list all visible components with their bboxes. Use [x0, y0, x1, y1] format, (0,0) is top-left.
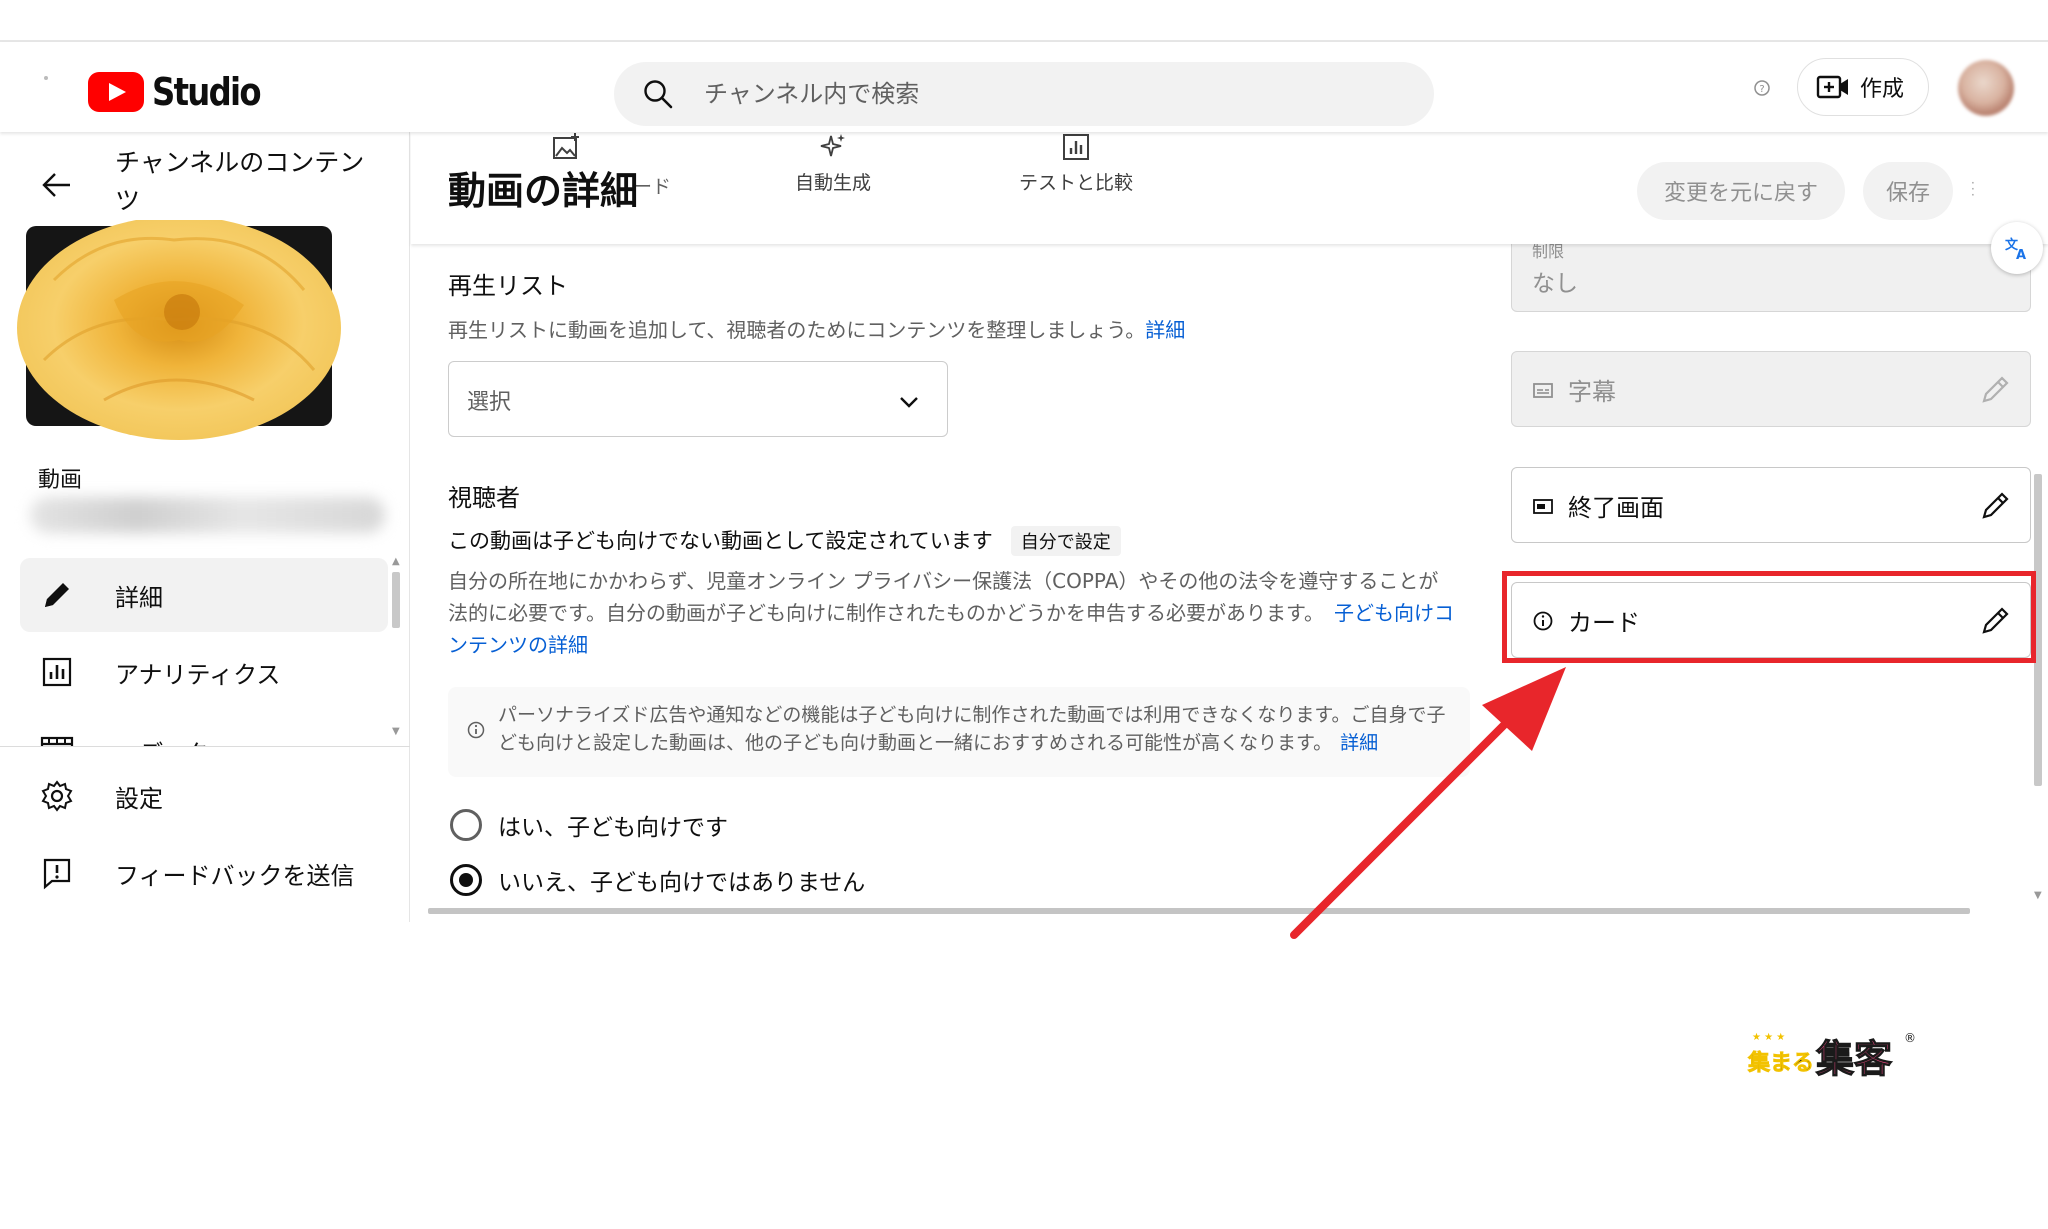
- divider: [0, 746, 410, 747]
- sparkle-icon: [820, 134, 845, 157]
- image-add-icon: [553, 133, 579, 159]
- svg-text:®: ®: [1904, 1031, 1916, 1045]
- audience-description-text: 自分の所在地にかかわらず、児童オンライン プライバシー保護法（COPPA）やその…: [448, 569, 1439, 625]
- sidebar-item-label: アナリティクス: [115, 660, 281, 689]
- sidebar-item-feedback[interactable]: フィードバックを送信: [20, 836, 388, 910]
- account-avatar[interactable]: [1958, 60, 2014, 116]
- svg-text:★ ★ ★: ★ ★ ★: [1752, 1032, 1785, 1043]
- pencil-icon: [45, 583, 69, 607]
- cards-highlight-box: [1502, 571, 2036, 663]
- playlist-learn-more-link[interactable]: 詳細: [1145, 318, 1185, 342]
- tab-thumbnail-label-fragment: ード: [633, 176, 672, 198]
- video-thumbnail[interactable]: [14, 220, 344, 440]
- details-header: ード 動画の詳細 自動生成 テストと比較 変更を元に戻す 保存 · · ·: [411, 132, 2048, 244]
- search-bar[interactable]: [614, 62, 1434, 126]
- undo-changes-button[interactable]: 変更を元に戻す: [1637, 162, 1845, 220]
- sidebar-scrollbar[interactable]: [392, 572, 400, 628]
- tab-test-compare[interactable]: テストと比較: [1011, 132, 1141, 195]
- video-title-blurred: [30, 497, 385, 533]
- page-title: 動画の詳細: [448, 169, 639, 213]
- audience-status: この動画は子ども向けでない動画として設定されています 自分で設定: [448, 525, 1121, 556]
- more-options-icon[interactable]: · · ·: [1971, 177, 1975, 201]
- create-label: 作成: [1860, 77, 1905, 102]
- sidebar-item-label: 設定: [115, 784, 163, 813]
- playlist-description-text: 再生リストに動画を追加して、視聴者のためにコンテンツを整理しましょう。: [448, 318, 1146, 342]
- status-badge: 自分で設定: [1010, 526, 1121, 556]
- playlist-title: 再生リスト: [448, 272, 568, 300]
- sidebar-item-settings[interactable]: 設定: [20, 759, 388, 833]
- watermark-logo: ★ ★ ★ 集まる 集客 ®: [1747, 1031, 1916, 1082]
- subtitles-row[interactable]: 字幕: [1511, 351, 2031, 427]
- subtitles-label: 字幕: [1568, 378, 1616, 406]
- edit-pencil-icon[interactable]: [1978, 489, 2012, 523]
- sidebar: チャンネルのコンテンツ 動画 詳細 アナリティクス ▲ ▼ 設定 フィードバック…: [0, 132, 410, 922]
- sidebar-item-analytics[interactable]: アナリティクス: [20, 635, 388, 709]
- sidebar-item-details[interactable]: 詳細: [20, 558, 388, 632]
- svg-text:集客: 集客: [1815, 1037, 1892, 1081]
- audience-description: 自分の所在地にかかわらず、児童オンライン プライバシー保護法（COPPA）やその…: [448, 565, 1458, 661]
- audience-status-text: この動画は子ども向けでない動画として設定されています: [448, 529, 993, 553]
- radio-label: いいえ、子ども向けではありません: [498, 870, 866, 896]
- end-screen-icon: [1533, 499, 1553, 514]
- edit-pencil-icon[interactable]: [1978, 373, 2012, 407]
- annotation-arrow-icon: [1290, 667, 1566, 939]
- tab-label: テストと比較: [1018, 172, 1133, 194]
- translate-icon: 文 A: [2005, 237, 2026, 261]
- logo-text: Studio: [152, 70, 262, 114]
- radio-button[interactable]: [450, 809, 482, 841]
- subtitles-icon: [1533, 383, 1553, 398]
- radio-made-for-kids-yes[interactable]: はい、子ども向けです: [450, 808, 728, 842]
- horizontal-scrollbar[interactable]: [428, 908, 1970, 914]
- gear-icon: [41, 780, 73, 812]
- search-icon: [644, 80, 673, 109]
- video-add-icon: [1816, 75, 1848, 99]
- channel-content-title[interactable]: チャンネルのコンテンツ: [115, 144, 375, 220]
- info-icon: [467, 721, 485, 739]
- save-button[interactable]: 保存: [1863, 162, 1953, 220]
- end-screen-label: 終了画面: [1568, 494, 1664, 522]
- radio-made-for-kids-no[interactable]: いいえ、子ども向けではありません: [450, 863, 865, 897]
- search-input[interactable]: [704, 76, 1404, 112]
- sidebar-item-label: 詳細: [115, 583, 163, 612]
- radio-button-selected[interactable]: [450, 864, 482, 896]
- playlist-description: 再生リストに動画を追加して、視聴者のためにコンテンツを整理しましょう。詳細: [448, 314, 1185, 346]
- tab-label: 自動生成: [794, 172, 871, 194]
- bar-chart-icon: [1063, 134, 1089, 160]
- playlist-select[interactable]: 選択: [448, 361, 948, 437]
- videos-label: 動画: [38, 468, 83, 493]
- svg-text:集まる: 集まる: [1747, 1050, 1814, 1076]
- audience-title: 視聴者: [448, 484, 520, 512]
- restriction-field: 制限 なし: [1511, 232, 2031, 312]
- create-button[interactable]: 作成: [1797, 58, 1929, 116]
- scroll-down-icon[interactable]: ▼: [2034, 890, 2042, 901]
- end-screen-row[interactable]: 終了画面: [1511, 467, 2031, 543]
- menu-icon[interactable]: [44, 76, 48, 80]
- restriction-value: なし: [1532, 271, 1578, 297]
- scroll-down-icon[interactable]: ▼: [392, 726, 400, 737]
- youtube-play-icon: [88, 72, 144, 112]
- svg-text:?: ?: [1759, 84, 1764, 95]
- sidebar-item-editor[interactable]: エディタ: [0, 722, 392, 746]
- sidebar-item-label: エディタ: [115, 734, 209, 746]
- tab-auto-generate[interactable]: 自動生成: [783, 132, 883, 195]
- analytics-icon: [42, 657, 72, 687]
- feedback-icon: [43, 858, 71, 890]
- translate-button[interactable]: 文 A: [1991, 222, 2043, 274]
- scroll-up-icon[interactable]: ▲: [392, 556, 400, 567]
- radio-label: はい、子ども向けです: [498, 815, 728, 841]
- svg-text:A: A: [2016, 248, 2026, 261]
- back-arrow-icon[interactable]: [40, 168, 74, 202]
- help-icon[interactable]: ?: [1752, 78, 1772, 98]
- app-header: Studio ? 作成: [0, 42, 2048, 132]
- sidebar-item-label: フィードバックを送信: [115, 861, 355, 890]
- playlist-select-value: 選択: [467, 390, 512, 415]
- chevron-down-icon: [900, 397, 918, 408]
- studio-logo[interactable]: Studio: [88, 70, 279, 114]
- editor-icon: [40, 736, 74, 746]
